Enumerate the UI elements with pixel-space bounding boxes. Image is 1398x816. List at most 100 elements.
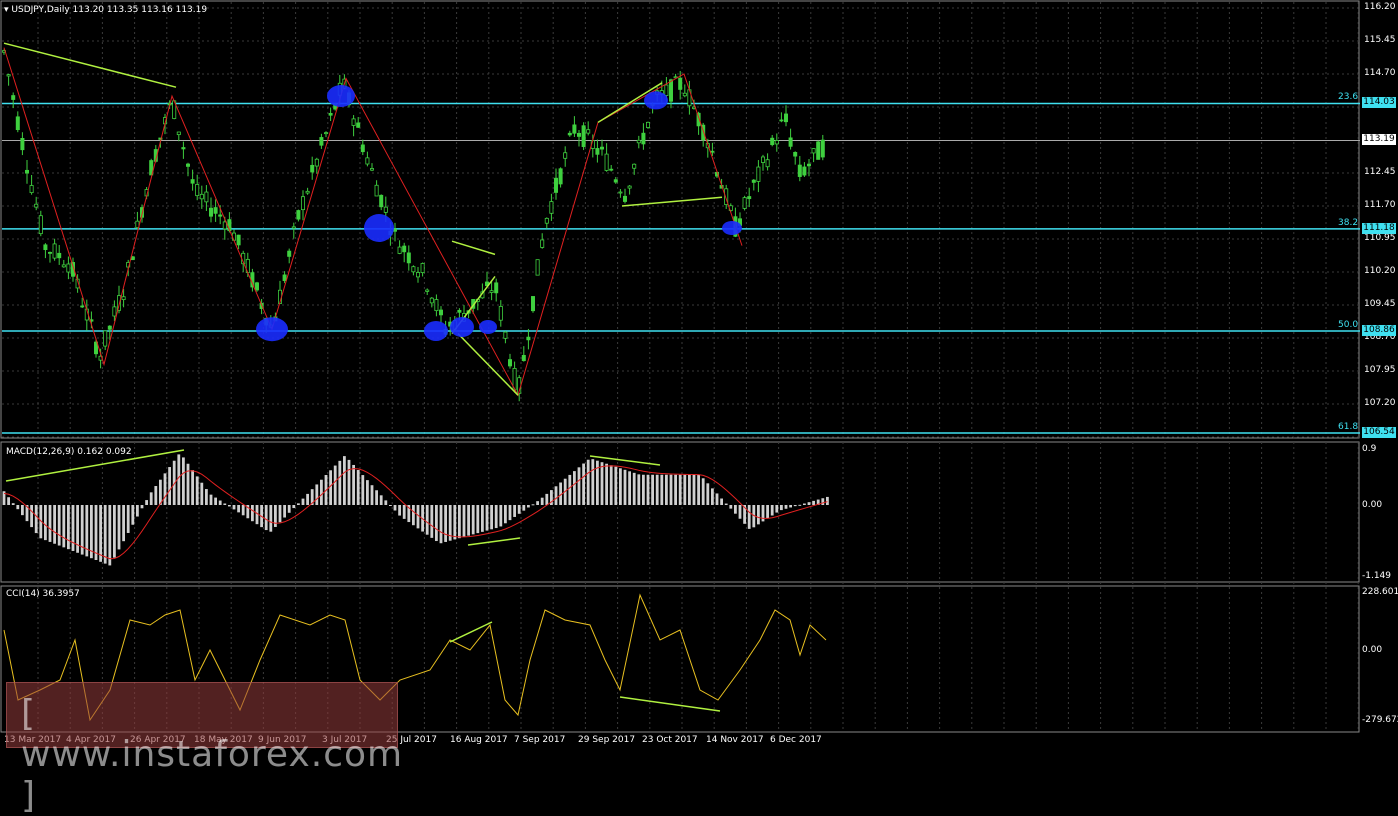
macd-bar [628,471,631,505]
macd-bar [99,505,102,562]
price-axis-label: 107.20 [1364,398,1396,408]
macd-bar [145,500,148,505]
cci-axis-bottom: -279.672 [1362,715,1398,725]
candle-body [595,148,600,155]
highlight-circle [479,320,497,334]
macd-bar [609,465,613,505]
candle-body [425,289,430,292]
macd-bar [632,472,636,505]
macd-bar [57,505,61,546]
macd-bar [568,474,572,505]
macd-bar [209,494,213,505]
candle-body [204,191,209,203]
candle-body [572,124,577,134]
candle-body [287,250,292,257]
candle-body [549,201,554,214]
macd-bar [301,498,305,505]
candle-body [365,157,370,165]
macd-bar [177,454,181,505]
highlight-circle [424,320,448,341]
macd-bar [766,505,769,519]
macd-bar [701,478,705,505]
macd-bar [186,463,190,505]
macd-bar [430,505,434,538]
macd-bar [481,505,484,532]
fib-ratio-label: 23.6 [1338,92,1359,103]
macd-bar [605,463,608,505]
macd-bar [393,505,397,511]
dropdown-arrow-icon[interactable]: ▾ [4,5,9,15]
candle-body [374,184,379,197]
candle-body [208,207,213,217]
highlight-circle [364,214,394,242]
trend-line [3,42,177,88]
macd-bar [711,488,714,505]
macd-bar [366,480,369,505]
macd-bar [103,505,107,564]
macd-bar [30,505,33,528]
macd-bar [775,505,779,513]
macd-bar [168,467,171,505]
macd-bar [554,486,558,505]
current-price-tag: 113.19 [1362,134,1396,145]
price-axis-label: 116.20 [1364,2,1396,12]
candle-body [710,150,715,153]
candle-body [751,179,756,183]
macd-bar [536,501,539,505]
candle-body [296,210,301,220]
ohlc-values: 113.20 113.35 113.16 113.19 [72,5,208,15]
macd-bar [770,505,774,516]
macd-bar [214,497,217,505]
highlight-circle [644,91,668,110]
macd-bar [637,474,641,505]
macd-title: MACD(12,26,9) 0.162 0.092 [6,447,132,457]
candle-body [664,84,669,96]
macd-bar [729,505,733,509]
macd-bar [94,505,98,560]
candle-body [6,74,11,77]
macd-bar [444,505,447,542]
price-axis-label: 110.95 [1364,233,1396,243]
macd-bar [655,474,659,505]
macd-bar [278,505,282,523]
macd-bar [692,474,696,505]
candle-body [351,118,356,126]
macd-bar [205,489,208,505]
macd-bar [113,505,116,558]
macd-bar [315,484,319,505]
candle-body [797,164,802,177]
macd-axis-zero: 0.00 [1362,500,1383,510]
candle-body [328,112,333,116]
candle-body [300,196,305,211]
macd-bar [573,471,576,505]
candle-body [130,256,135,261]
candle-body [765,159,770,168]
macd-bar [812,500,815,505]
macd-bar [485,505,489,531]
macd-bar [504,505,507,524]
candle-body [609,168,614,171]
macd-bar [48,505,52,542]
cci-trend-line [619,696,721,712]
macd-bar [683,474,687,505]
macd-axis-top: 0.9 [1362,444,1377,454]
chart-canvas[interactable] [0,0,1398,750]
macd-bar [540,497,544,505]
macd-bar [412,505,415,526]
candle-body [600,146,605,150]
candle-body [807,163,812,167]
macd-bar [402,505,406,519]
candle-body [457,309,462,313]
candle-body [314,158,319,167]
candle-body [811,148,816,154]
macd-bar [375,490,378,505]
macd-bar [591,459,595,505]
candle-body [761,156,766,163]
candle-body [802,166,807,176]
candle-body [34,203,39,208]
candle-body [531,296,536,312]
candle-body [107,325,112,330]
price-axis-label: 114.70 [1364,68,1396,78]
macd-bar [807,502,811,505]
candle-body [402,245,407,253]
